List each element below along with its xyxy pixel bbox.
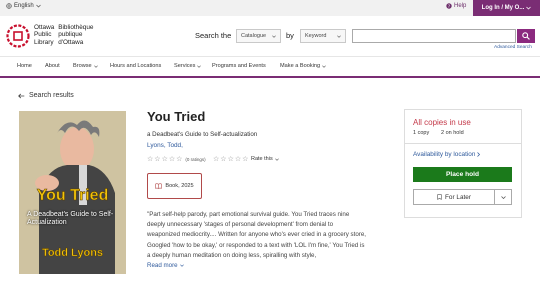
- read-more-link[interactable]: Read more: [147, 262, 184, 269]
- chevron-down-icon: [526, 6, 532, 10]
- back-to-results-link[interactable]: Search results: [18, 92, 74, 99]
- rate-this-dropdown[interactable]: Rate this: [251, 156, 279, 162]
- star-empty-icon: ☆: [154, 156, 161, 163]
- nav-label: Make a Booking: [280, 63, 321, 69]
- logo-line: Bibliothèque: [58, 24, 94, 31]
- book-icon: [155, 183, 163, 189]
- search-icon: [522, 32, 530, 40]
- chevron-down-icon: [197, 64, 202, 68]
- author-link[interactable]: Lyons, Todd,: [147, 142, 183, 149]
- logo-line: Public: [34, 31, 52, 39]
- nav-item-hours-locations[interactable]: Hours and Locations: [110, 63, 161, 69]
- logo-line: Ottawa: [34, 24, 55, 31]
- nav-label: Home: [17, 63, 32, 69]
- by-label: by: [286, 31, 294, 40]
- help-link[interactable]: ? Help: [446, 3, 466, 9]
- search-type-select[interactable]: Keyword: [300, 29, 346, 43]
- rate-this-label: Rate this: [251, 156, 273, 162]
- availability-status: All copies in use: [413, 118, 471, 127]
- nav-label: Programs and Events: [212, 63, 266, 69]
- nav-item-services[interactable]: Services: [174, 63, 202, 69]
- chevron-down-icon: [322, 64, 326, 68]
- language-label: English: [14, 3, 34, 9]
- hold-count: 2 on hold: [441, 130, 464, 136]
- for-later-button[interactable]: For Later: [413, 189, 495, 205]
- logo-line: Library: [34, 38, 54, 46]
- nav-label: Browse: [73, 63, 92, 69]
- logo-text-en: Ottawa Public Library: [34, 24, 54, 46]
- format-label: Book, 2025: [165, 183, 194, 189]
- rating-count: (0 ratings): [185, 157, 206, 162]
- search-label: Search the: [195, 31, 232, 40]
- star-empty-icon[interactable]: ☆: [213, 156, 219, 163]
- login-button[interactable]: Log In / My O...: [473, 0, 540, 16]
- nav-item-home[interactable]: Home: [17, 63, 32, 69]
- place-hold-button[interactable]: Place hold: [413, 167, 512, 182]
- nav-item-make-booking[interactable]: Make a Booking: [280, 63, 326, 69]
- catalogue-select[interactable]: Catalogue: [236, 29, 281, 43]
- arrow-left-icon: [18, 93, 25, 98]
- nav-label: Hours and Locations: [110, 63, 162, 69]
- rate-stars[interactable]: ☆ ☆ ☆ ☆ ☆: [213, 156, 248, 163]
- chevron-right-icon: [477, 152, 481, 157]
- catalogue-select-value: Catalogue: [241, 33, 267, 39]
- chevron-down-icon: [93, 64, 98, 68]
- svg-text:?: ?: [448, 4, 450, 9]
- star-empty-icon: ☆: [168, 156, 176, 163]
- item-title: You Tried: [147, 109, 206, 124]
- search-type-value: Keyword: [305, 33, 327, 39]
- library-logo[interactable]: Ottawa Public Library Bibliothèque publi…: [6, 24, 93, 48]
- star-empty-icon[interactable]: ☆: [228, 156, 234, 163]
- star-empty-icon[interactable]: ☆: [235, 156, 241, 163]
- opl-logo-icon: [6, 24, 30, 48]
- nav-label: Services: [174, 63, 196, 69]
- chevron-down-icon: [35, 4, 41, 8]
- chevron-down-icon: [337, 34, 341, 38]
- help-label: Help: [454, 3, 467, 9]
- nav-item-programs-events[interactable]: Programs and Events: [212, 63, 266, 69]
- bookmark-icon: [437, 194, 442, 200]
- globe-icon: [6, 3, 12, 9]
- chevron-down-icon: [179, 264, 184, 267]
- logo-line: d'Ottawa: [58, 38, 84, 46]
- search-input[interactable]: [352, 29, 516, 43]
- star-empty-icon: ☆: [161, 156, 168, 163]
- availability-location-label: Availability by location: [413, 151, 476, 158]
- place-hold-label: Place hold: [446, 171, 479, 178]
- nav-item-about[interactable]: About: [45, 63, 60, 69]
- star-empty-icon[interactable]: ☆: [220, 156, 226, 163]
- cover-author: Todd Lyons: [41, 247, 104, 259]
- chevron-down-icon: [274, 157, 279, 161]
- star-empty-icon: ☆: [176, 156, 183, 163]
- advanced-search-link[interactable]: Advanced Search: [494, 45, 532, 50]
- cover-subtitle: A Deadbeat's Guide to Self-Actualization: [27, 211, 114, 226]
- language-selector[interactable]: English: [6, 3, 41, 9]
- for-later-label: For Later: [445, 193, 471, 201]
- divider: [404, 143, 522, 144]
- shelf-options-dropdown[interactable]: [495, 189, 512, 205]
- item-subtitle: a Deadbeat's Guide to Self-actualization: [147, 131, 258, 138]
- availability-by-location-link[interactable]: Availability by location: [413, 151, 481, 158]
- format-button[interactable]: Book, 2025: [147, 173, 202, 199]
- nav-item-browse[interactable]: Browse: [73, 63, 98, 69]
- read-more-label: Read more: [147, 262, 178, 269]
- star-empty-icon: ☆: [147, 156, 154, 163]
- help-icon: ?: [446, 3, 452, 9]
- average-rating: ☆ ☆ ☆ ☆ ☆ (0 ratings): [147, 156, 206, 163]
- nav-label: About: [45, 63, 60, 69]
- back-label: Search results: [29, 92, 74, 99]
- chevron-down-icon: [272, 34, 276, 38]
- login-label: Log In / My O...: [481, 5, 525, 11]
- logo-text-fr: Bibliothèque publique d'Ottawa: [58, 24, 93, 46]
- copy-count: 1 copy: [413, 130, 430, 136]
- logo-line: publique: [58, 31, 83, 39]
- star-empty-icon[interactable]: ☆: [242, 156, 248, 163]
- cover-title: You Tried: [36, 187, 109, 205]
- item-description: "Part self-help parody, part emotional s…: [147, 211, 366, 259]
- search-button[interactable]: [517, 29, 535, 43]
- chevron-down-icon: [500, 195, 506, 199]
- book-cover[interactable]: You Tried A Deadbeat's Guide to Self-Act…: [19, 111, 126, 274]
